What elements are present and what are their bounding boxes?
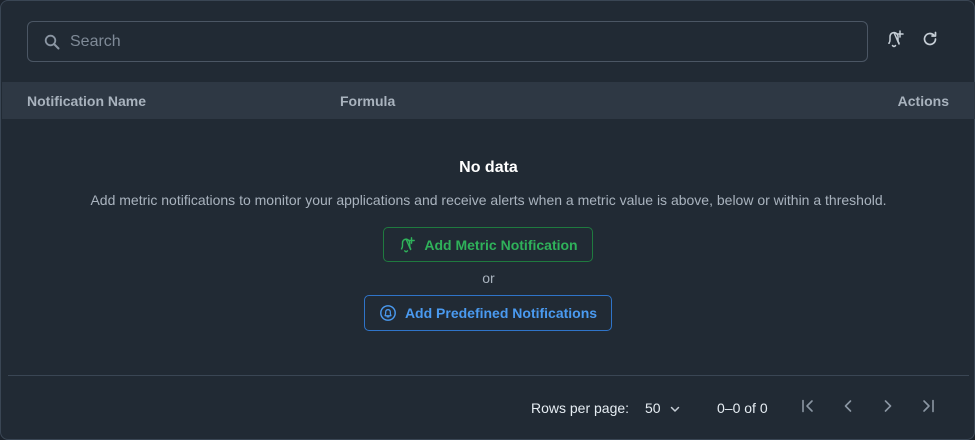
refresh-icon <box>920 29 940 54</box>
chevron-right-icon <box>879 397 897 420</box>
rows-per-page-value: 50 <box>645 400 661 416</box>
table-header: Notification Name Formula Actions <box>2 82 975 119</box>
empty-state-title: No data <box>459 159 518 176</box>
notifications-panel: Notification Name Formula Actions No dat… <box>0 0 975 440</box>
refresh-button[interactable] <box>920 31 940 51</box>
rows-per-page-select[interactable]: 50 <box>645 397 685 419</box>
search-box[interactable] <box>27 21 868 62</box>
rows-per-page-label: Rows per page: <box>531 400 630 416</box>
add-notification-button[interactable] <box>885 29 905 54</box>
first-page-button[interactable] <box>798 398 818 418</box>
empty-state-description: Add metric notifications to monitor your… <box>90 192 887 208</box>
first-page-icon <box>799 397 817 420</box>
previous-page-button[interactable] <box>838 398 858 418</box>
toolbar <box>1 1 975 82</box>
add-metric-notification-button[interactable]: Add Metric Notification <box>383 227 593 262</box>
add-predefined-notifications-button[interactable]: Add Predefined Notifications <box>364 295 612 331</box>
search-input[interactable] <box>70 22 850 61</box>
add-metric-notification-label: Add Metric Notification <box>424 236 578 253</box>
last-page-icon <box>919 397 937 420</box>
or-separator: or <box>482 270 495 286</box>
next-page-button[interactable] <box>878 398 898 418</box>
chevron-down-icon <box>669 402 681 414</box>
add-predefined-notifications-label: Add Predefined Notifications <box>404 305 598 321</box>
footer-divider <box>8 375 969 376</box>
column-header-actions: Actions <box>897 93 949 109</box>
last-page-button[interactable] <box>918 398 938 418</box>
column-header-notification-name[interactable]: Notification Name <box>27 93 146 109</box>
column-header-formula[interactable]: Formula <box>340 93 395 109</box>
chevron-left-icon <box>839 397 857 420</box>
page-range-text: 0–0 of 0 <box>717 400 768 416</box>
bell-plus-icon <box>885 29 905 54</box>
bell-plus-icon <box>398 236 416 254</box>
bell-circle-icon <box>379 304 397 322</box>
search-icon <box>44 34 60 50</box>
